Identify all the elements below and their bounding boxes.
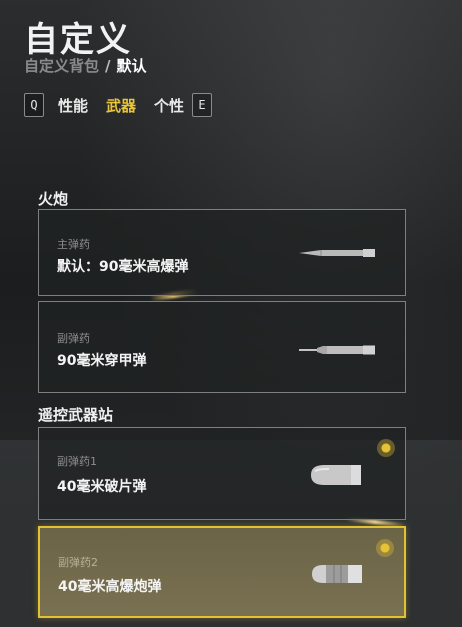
ammo-name: 90毫米穿甲弹 (57, 353, 147, 369)
tab-personality[interactable]: 个性 (154, 95, 184, 116)
breadcrumb-separator: / (105, 57, 111, 75)
ammo-name: 40毫米高爆炮弹 (58, 579, 162, 595)
ammo-card-rcws-1[interactable]: 副弹药1 40毫米破片弹 (38, 427, 406, 520)
ammo-slot-label: 副弹药2 (58, 556, 98, 569)
tab-bar: Q 性能 武器 个性 E (24, 92, 213, 118)
ap-shell-icon (299, 345, 375, 355)
section-title-rcws: 遥控武器站 (38, 406, 114, 424)
ammo-card-secondary[interactable]: 副弹药 90毫米穿甲弹 (38, 301, 406, 393)
grenade-round-icon (311, 465, 361, 485)
breadcrumb-current: 默认 (116, 57, 147, 75)
tab-weapons[interactable]: 武器 (106, 95, 136, 116)
he-shell-icon (299, 249, 375, 257)
equipped-indicator-icon (377, 439, 395, 457)
breadcrumb-parent[interactable]: 自定义背包 (24, 57, 99, 75)
ammo-slot-label: 副弹药 (57, 332, 90, 345)
page-title: 自定义 (24, 20, 132, 60)
tab-performance[interactable]: 性能 (58, 95, 88, 116)
key-hint-e[interactable]: E (192, 93, 213, 117)
ammo-card-primary[interactable]: 主弹药 默认：90毫米高爆弹 (38, 209, 406, 296)
breadcrumb: 自定义背包 / 默认 (24, 55, 147, 76)
ammo-slot-label: 主弹药 (57, 238, 90, 251)
ammo-name: 默认：90毫米高爆弹 (57, 259, 189, 275)
key-hint-q[interactable]: Q (24, 93, 44, 117)
grenade-he-round-icon (312, 565, 362, 583)
section-title-cannon: 火炮 (38, 190, 69, 208)
equipped-indicator-icon (376, 539, 394, 557)
ammo-slot-label: 副弹药1 (57, 455, 97, 468)
ammo-card-rcws-2[interactable]: 副弹药2 40毫米高爆炮弹 (38, 526, 406, 618)
ammo-name: 40毫米破片弹 (57, 479, 147, 495)
